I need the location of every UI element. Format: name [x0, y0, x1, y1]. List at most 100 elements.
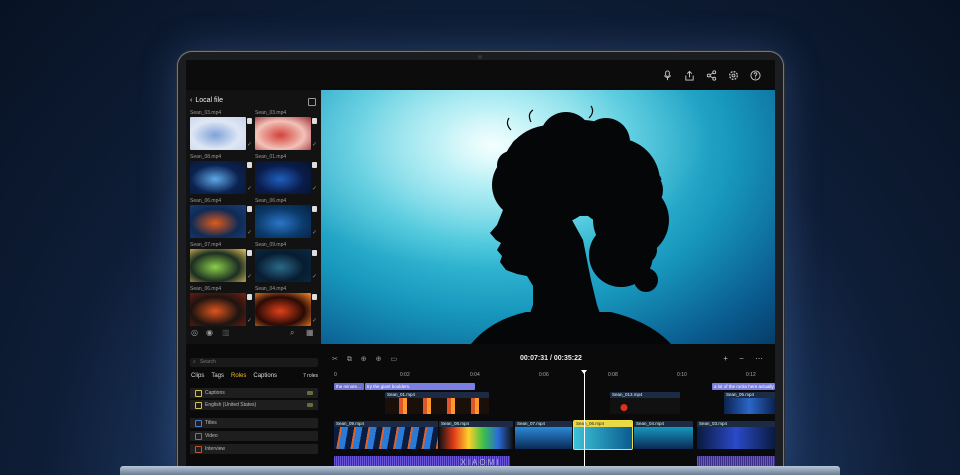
clip-thumbnails [574, 427, 632, 449]
timeline-clip[interactable]: Sean_01.mp4 [385, 392, 489, 414]
timeline[interactable]: 0 0:02 0:04 0:06 0:08 0:10 0:12 the minute... t… [332, 370, 775, 468]
search-input[interactable]: ⌕ Search [190, 358, 318, 367]
media-file-item[interactable]: Sean_09.mp4 ✓ [255, 242, 317, 282]
back-chevron-icon[interactable]: ‹ [190, 97, 192, 104]
microphone-icon[interactable] [662, 68, 673, 81]
grid-icon[interactable]: ▦ [306, 328, 314, 337]
check-icon: ✓ [246, 318, 252, 324]
role-item[interactable]: Video [190, 431, 318, 441]
file-thumbnail [190, 293, 246, 326]
timeline-clip[interactable]: Sean_09.mp4 [334, 421, 438, 449]
file-badge-icon [247, 206, 252, 212]
media-file-item[interactable]: Sean_01.mp4 ✓ [255, 154, 317, 194]
more-button[interactable]: ⋯ [755, 354, 763, 363]
file-thumbnail [190, 249, 246, 282]
file-badge-icon [312, 118, 317, 124]
file-thumbnail [255, 161, 311, 194]
laptop-base [120, 466, 840, 475]
media-file-item[interactable]: Sean_06.mp4 ✓ [255, 198, 317, 238]
tab-roles[interactable]: Roles [231, 373, 246, 379]
file-name: Sean_07.mp4 [190, 242, 222, 248]
file-thumbnail [190, 205, 246, 238]
timeline-clip[interactable]: Sean_013.mp4 [610, 392, 680, 414]
add-icon[interactable]: ⊕ [361, 356, 367, 363]
check-icon: ✓ [246, 274, 252, 280]
role-indicator [307, 391, 313, 395]
media-file-item[interactable]: Sean_04.mp4 ✓ [255, 286, 317, 326]
playhead[interactable] [581, 370, 587, 468]
media-file-item[interactable]: Sean_03.mp4 ✓ [190, 110, 252, 150]
file-thumbnail [190, 161, 246, 194]
ruler-tick-label: 0:08 [608, 372, 618, 378]
timeline-clip[interactable]: Sean_05.mp4 [724, 392, 775, 414]
role-color-checkbox[interactable] [195, 420, 202, 427]
role-item[interactable]: Titles [190, 418, 318, 428]
app-window: ‹ Local file Sean_03.mp4 ✓ Sean_03.mp4 ✓ Sea… [186, 60, 775, 468]
tab-clips[interactable]: Clips [191, 373, 204, 379]
settings-icon[interactable] [728, 68, 739, 80]
trash-icon[interactable]: ▥ [222, 328, 230, 337]
media-file-item[interactable]: Sean_08.mp4 ✓ [190, 154, 252, 194]
share-icon[interactable] [706, 68, 717, 81]
tab-tags[interactable]: Tags [211, 373, 224, 379]
share-upload-icon[interactable] [684, 68, 695, 81]
zoom-controls: + − ⋯ [714, 354, 763, 363]
role-item[interactable]: Captions [190, 388, 318, 398]
caption-clip[interactable]: a lot of the rocks here actually g [712, 383, 775, 390]
file-badge-icon [247, 294, 252, 300]
clip-thumbnails [334, 427, 438, 449]
file-name: Sean_09.mp4 [255, 242, 287, 248]
tab-captions[interactable]: Captions [253, 373, 277, 379]
role-color-checkbox[interactable] [195, 433, 202, 440]
media-file-item[interactable]: Sean_06.mp4 ✓ [190, 198, 252, 238]
file-thumbnail [255, 249, 311, 282]
clip-thumbnails [697, 427, 775, 449]
media-file-item[interactable]: Sean_06.mp4 ✓ [190, 286, 252, 326]
check-circle-icon[interactable]: ◎ [191, 328, 198, 337]
role-item[interactable]: English (United States) [190, 400, 318, 410]
panel-toolbar: ◎ ◉ ▥ ⌕ ▦ [190, 328, 317, 338]
role-label: Video [205, 433, 218, 439]
media-file-item[interactable]: Sean_03.mp4 ✓ [255, 110, 317, 150]
silhouette-image [321, 90, 775, 344]
file-badge-icon [247, 162, 252, 168]
time-ruler: 0 0:02 0:04 0:06 0:08 0:10 0:12 [332, 372, 775, 380]
laptop-frame: ‹ Local file Sean_03.mp4 ✓ Sean_03.mp4 ✓ Sea… [178, 52, 783, 475]
file-badge-icon [312, 162, 317, 168]
copy-icon[interactable]: ⧉ [347, 356, 352, 363]
role-label: Interview [205, 446, 226, 452]
file-thumbnail [190, 117, 246, 150]
video-preview[interactable] [321, 90, 775, 344]
timeline-clip[interactable]: Sean_08.mp4 [439, 421, 513, 449]
role-color-checkbox[interactable] [195, 390, 202, 397]
sparkle-icon[interactable]: ◉ [206, 328, 213, 337]
add-icon[interactable]: ⊕ [376, 356, 382, 363]
role-item[interactable]: Interview [190, 444, 318, 454]
delete-icon[interactable]: ▭ [390, 356, 397, 363]
clip-thumbnails [724, 398, 775, 414]
file-name: Sean_06.mp4 [190, 198, 222, 204]
local-file-panel: ‹ Local file Sean_03.mp4 ✓ Sean_03.mp4 ✓ Sea… [186, 90, 321, 344]
media-file-item[interactable]: Sean_07.mp4 ✓ [190, 242, 252, 282]
file-badge-icon [247, 250, 252, 256]
ruler-tick-label: 0 [334, 372, 337, 378]
help-icon[interactable] [750, 68, 761, 81]
file-badge-icon [312, 250, 317, 256]
search-icon[interactable]: ⌕ [290, 328, 294, 338]
timeline-clip[interactable]: Sean_06.mp4 [573, 420, 633, 450]
timeline-clip[interactable]: Sean_03.mp4 [697, 421, 775, 449]
role-label: English (United States) [205, 402, 257, 408]
role-color-checkbox[interactable] [195, 446, 202, 453]
check-icon: ✓ [311, 274, 317, 280]
select-all-checkbox[interactable] [308, 98, 316, 106]
timeline-clip[interactable]: Sean_07.mp4 [515, 421, 572, 449]
cut-icon[interactable]: ✂ [332, 356, 338, 363]
role-color-checkbox[interactable] [195, 402, 202, 409]
zoom-out-button[interactable]: − [739, 354, 744, 363]
file-grid: Sean_03.mp4 ✓ Sean_03.mp4 ✓ Sean_08.mp4 ✓ Sean… [190, 110, 317, 326]
caption-clip[interactable]: try the giant boulders. [365, 383, 475, 390]
ruler-tick-label: 0:02 [400, 372, 410, 378]
caption-clip[interactable]: the minute... [334, 383, 364, 390]
zoom-in-button[interactable]: + [723, 354, 728, 363]
timeline-clip[interactable]: Sean_04.mp4 [634, 421, 693, 449]
